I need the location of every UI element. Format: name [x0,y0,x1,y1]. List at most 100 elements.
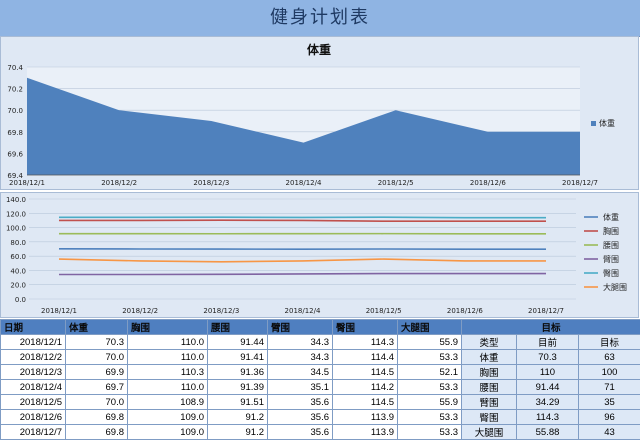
goal-cell: 110 [517,365,579,380]
legend-swatch [591,121,596,126]
waist-cell: 91.39 [208,380,268,395]
chest-cell: 109.0 [128,410,208,425]
thigh-cell: 53.3 [398,425,462,440]
data-table: 日期 体重 胸围 腰围 臂围 臀围 大腿围 目标 2018/12/170.311… [0,319,640,440]
y-tick-label: 60.0 [10,253,26,261]
goal-cell: 35 [579,395,640,410]
weight-cell: 69.9 [66,365,128,380]
goal-cell: 96 [579,410,640,425]
measurements-chart-panel: 0.020.040.060.080.0100.0120.0140.02018/1… [0,192,639,318]
legend-label: 大腿围 [603,282,627,292]
goal-cell: 腰围 [462,380,517,395]
arm-cell: 35.6 [268,425,333,440]
page-title: 健身计划表 [0,0,640,36]
y-tick-label: 40.0 [10,267,26,275]
header-goal: 目标 [462,320,640,335]
line-series-3 [59,274,546,275]
x-tick-label: 2018/12/3 [193,179,229,187]
goal-cell: 臂围 [462,395,517,410]
x-tick-label: 2018/12/5 [378,179,414,187]
table-header-row: 日期 体重 胸围 腰围 臂围 臀围 大腿围 目标 [1,320,640,335]
table-row: 2018/12/170.3110.091.4434.3114.355.9类型目前… [1,335,640,350]
goal-cell: 目标 [579,335,640,350]
header-chest: 胸围 [128,320,208,335]
thigh-cell: 55.9 [398,335,462,350]
y-tick-label: 140.0 [6,196,26,204]
measurements-line-chart: 0.020.040.060.080.0100.0120.0140.02018/1… [1,193,638,317]
y-tick-label: 70.4 [7,64,23,72]
goal-cell: 55.88 [517,425,579,440]
goal-cell: 43 [579,425,640,440]
goal-cell: 63 [579,350,640,365]
y-tick-label: 0.0 [15,296,26,304]
chest-cell: 109.0 [128,425,208,440]
thigh-cell: 53.3 [398,410,462,425]
y-tick-label: 80.0 [10,239,26,247]
date-cell: 2018/12/7 [1,425,66,440]
waist-cell: 91.51 [208,395,268,410]
y-tick-label: 120.0 [6,210,26,218]
y-tick-label: 69.6 [7,150,23,158]
arm-cell: 34.3 [268,350,333,365]
goal-cell: 34.29 [517,395,579,410]
weight-cell: 69.8 [66,410,128,425]
x-tick-label: 2018/12/7 [562,179,598,187]
goal-cell: 类型 [462,335,517,350]
hip-cell: 114.5 [333,395,398,410]
thigh-cell: 53.3 [398,380,462,395]
x-tick-label: 2018/12/1 [41,307,77,315]
goal-cell: 体重 [462,350,517,365]
arm-cell: 35.1 [268,380,333,395]
date-cell: 2018/12/4 [1,380,66,395]
waist-cell: 91.44 [208,335,268,350]
chest-cell: 108.9 [128,395,208,410]
legend-label: 腰围 [603,241,619,250]
weight-area-chart: 69.469.669.870.070.270.42018/12/12018/12… [1,37,638,189]
legend-label: 体重 [603,212,619,222]
hip-cell: 113.9 [333,425,398,440]
header-thigh: 大腿围 [398,320,462,335]
x-tick-label: 2018/12/6 [470,179,506,187]
x-tick-label: 2018/12/4 [285,307,321,315]
y-tick-label: 70.0 [7,107,23,115]
hip-cell: 114.3 [333,335,398,350]
chart-title: 体重 [307,42,331,57]
chest-cell: 110.0 [128,350,208,365]
thigh-cell: 53.3 [398,350,462,365]
header-arm: 臂围 [268,320,333,335]
goal-cell: 114.3 [517,410,579,425]
table-row: 2018/12/270.0110.091.4134.3114.453.3体重70… [1,350,640,365]
table-row: 2018/12/570.0108.991.5135.6114.555.9臂围34… [1,395,640,410]
hip-cell: 114.2 [333,380,398,395]
weight-chart-panel: 69.469.669.870.070.270.42018/12/12018/12… [0,36,639,190]
arm-cell: 34.5 [268,365,333,380]
x-tick-label: 2018/12/5 [366,307,402,315]
header-hip: 臀围 [333,320,398,335]
table-body: 2018/12/170.3110.091.4434.3114.355.9类型目前… [1,335,640,440]
goal-cell: 大腿围 [462,425,517,440]
goal-cell: 71 [579,380,640,395]
x-tick-label: 2018/12/3 [203,307,239,315]
chest-cell: 110.3 [128,365,208,380]
goal-cell: 70.3 [517,350,579,365]
hip-cell: 114.5 [333,365,398,380]
hip-cell: 114.4 [333,350,398,365]
header-weight: 体重 [66,320,128,335]
weight-cell: 69.7 [66,380,128,395]
date-cell: 2018/12/6 [1,410,66,425]
thigh-cell: 55.9 [398,395,462,410]
line-series-1 [59,220,546,221]
arm-cell: 35.6 [268,410,333,425]
goal-cell: 91.44 [517,380,579,395]
goal-cell: 臀围 [462,410,517,425]
header-waist: 腰围 [208,320,268,335]
line-series-5 [59,259,546,262]
x-tick-label: 2018/12/1 [9,179,45,187]
legend-label: 臂围 [603,254,619,264]
x-tick-label: 2018/12/7 [528,307,564,315]
table-row: 2018/12/769.8109.091.235.6113.953.3大腿围55… [1,425,640,440]
chest-cell: 110.0 [128,380,208,395]
goal-cell: 100 [579,365,640,380]
legend-label: 体重 [599,118,615,128]
x-tick-label: 2018/12/6 [447,307,483,315]
